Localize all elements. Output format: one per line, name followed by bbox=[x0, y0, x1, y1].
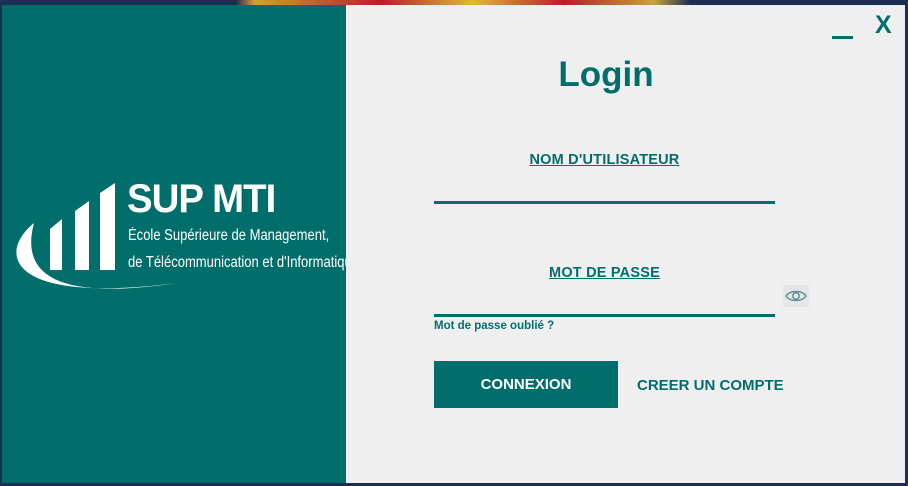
close-button[interactable]: X bbox=[875, 11, 892, 39]
show-password-eye-icon[interactable] bbox=[783, 285, 809, 307]
password-input[interactable] bbox=[434, 284, 775, 317]
login-panel: X Login NOM D'UTILISATEUR MOT DE PASSE M… bbox=[346, 5, 905, 483]
brand-name: SUP MTI bbox=[127, 177, 276, 221]
username-label: NOM D'UTILISATEUR bbox=[529, 152, 680, 168]
brand-tagline-line2: de Télécommunication et d'Informatique bbox=[128, 254, 359, 271]
password-label: MOT DE PASSE bbox=[549, 265, 660, 281]
create-account-link[interactable]: CREER UN COMPTE bbox=[637, 377, 784, 394]
minimize-icon bbox=[832, 36, 853, 39]
forgot-password-link[interactable]: Mot de passe oublié ? bbox=[434, 320, 554, 332]
page-title: Login bbox=[558, 55, 654, 94]
brand-panel: SUP MTI École Supérieure de Management, … bbox=[2, 5, 359, 483]
username-input[interactable] bbox=[434, 171, 775, 204]
minimize-button[interactable] bbox=[832, 11, 854, 39]
brand-tagline-line1: École Supérieure de Management, bbox=[128, 227, 330, 244]
connexion-button[interactable]: CONNEXION bbox=[434, 361, 618, 408]
